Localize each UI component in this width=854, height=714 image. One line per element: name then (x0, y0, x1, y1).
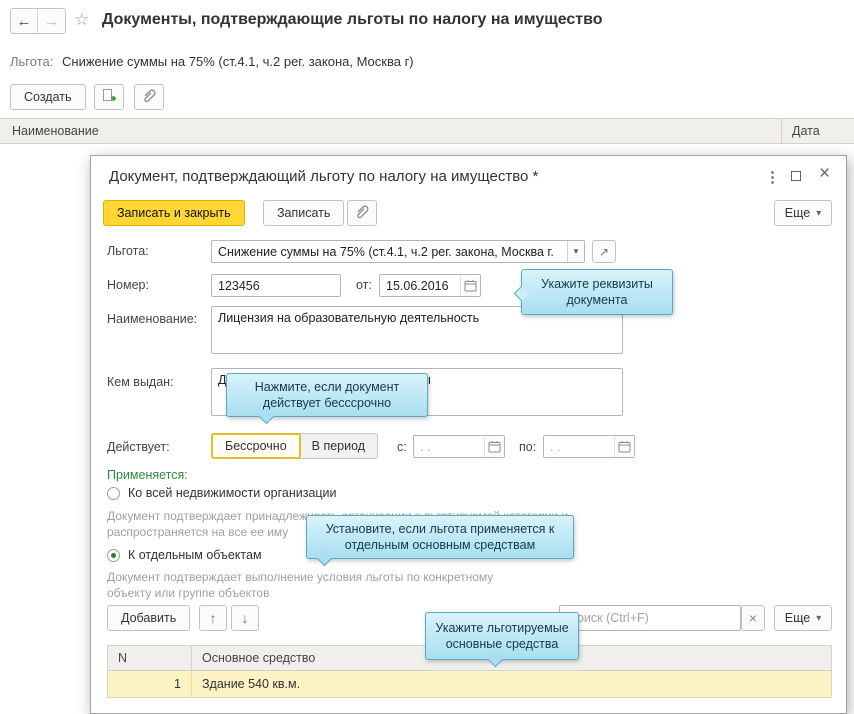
tooltip-arrow (317, 551, 333, 567)
column-date[interactable]: Дата (782, 124, 854, 138)
close-icon[interactable]: × (819, 165, 830, 183)
date-value: 15.06.2016 (386, 279, 449, 293)
number-input[interactable]: 123456 (211, 274, 341, 297)
calendar-icon[interactable] (460, 275, 480, 296)
attach-button[interactable] (134, 84, 164, 110)
column-n[interactable]: N (108, 646, 192, 670)
period-toggle[interactable]: В период (300, 434, 377, 458)
tooltip-text: Установите, если льгота применяется к от… (315, 521, 565, 553)
period-to-value: . . (550, 440, 560, 454)
date-input[interactable]: 15.06.2016 (379, 274, 481, 297)
perpetual-toggle[interactable]: Бессрочно (211, 433, 301, 459)
radio-all-label: Ко всей недвижимости организации (128, 486, 337, 500)
dialog-attach-button[interactable] (347, 200, 377, 226)
radio-icon (107, 487, 120, 500)
tooltip-perpetual: Нажмите, если документ действует бесссро… (226, 373, 428, 417)
issuer-field-label: Кем выдан: (107, 375, 174, 389)
tooltip-text: Укажите реквизиты документа (530, 276, 664, 308)
move-up-button[interactable]: ↑ (199, 605, 227, 631)
calendar-icon[interactable] (614, 436, 634, 457)
period-from-label: с: (397, 440, 407, 454)
calendar-icon[interactable] (484, 436, 504, 457)
validity-field-label: Действует: (107, 440, 170, 454)
table-row[interactable]: 1 Здание 540 кв.м. (107, 671, 832, 698)
back-icon: ← (17, 13, 32, 30)
forward-button[interactable]: → (38, 9, 65, 33)
number-value: 123456 (218, 279, 260, 293)
add-document-button[interactable] (94, 84, 124, 110)
nav-history-group: ← → (10, 8, 66, 34)
assets-more-button[interactable]: Еще ▾ (774, 605, 832, 631)
maximize-icon[interactable] (791, 171, 801, 181)
list-header: Наименование Дата (0, 118, 854, 144)
benefit-value: Снижение суммы на 75% (ст.4.1, ч.2 рег. … (62, 54, 414, 69)
tooltip-text: Укажите льготируемые основные средства (434, 620, 570, 652)
open-link-icon: ↗ (599, 245, 609, 259)
arrow-down-icon: ↓ (242, 610, 249, 626)
save-button[interactable]: Записать (263, 200, 344, 226)
favorite-star-icon[interactable]: ☆ (74, 10, 89, 30)
arrow-up-icon: ↑ (210, 610, 217, 626)
radio-all-property[interactable]: Ко всей недвижимости организации (107, 486, 337, 500)
name-field-label: Наименование: (107, 312, 197, 326)
radio-checked-icon (107, 549, 120, 562)
radio-objects-label: К отдельным объектам (128, 548, 262, 562)
radio-objects[interactable]: К отдельным объектам (107, 548, 262, 562)
menu-dots-icon[interactable]: ⋮ (765, 168, 780, 186)
period-from-value: . . (420, 440, 430, 454)
column-name[interactable]: Наименование (0, 124, 781, 138)
add-document-icon (101, 88, 117, 107)
search-input[interactable] (559, 605, 741, 631)
chevron-down-icon[interactable]: ▾ (567, 241, 584, 262)
app-window: ← → ☆ Документы, подтверждающие льготы п… (0, 0, 854, 714)
dialog-more-button[interactable]: Еще ▾ (774, 200, 832, 226)
radio-objects-hint: Документ подтверждает выполнение условия… (107, 569, 537, 601)
number-field-label: Номер: (107, 278, 149, 292)
dialog-title: Документ, подтверждающий льготу по налог… (109, 168, 538, 185)
tooltip-arrow (514, 286, 530, 302)
tooltip-document-details: Укажите реквизиты документа (521, 269, 673, 315)
save-close-button[interactable]: Записать и закрыть (103, 200, 245, 226)
row-asset: Здание 540 кв.м. (192, 677, 300, 691)
add-row-button[interactable]: Добавить (107, 605, 190, 631)
more-label: Еще (785, 206, 810, 220)
paperclip-icon (141, 88, 157, 107)
row-number: 1 (108, 671, 192, 697)
period-from-input[interactable]: . . (413, 435, 505, 458)
document-dialog: Документ, подтверждающий льготу по налог… (90, 155, 847, 714)
period-to-label: по: (519, 440, 536, 454)
benefit-label: Льгота: (10, 54, 53, 69)
more-label: Еще (785, 611, 810, 625)
tooltip-objects: Установите, если льгота применяется к от… (306, 515, 574, 559)
validity-toggle-group: Бессрочно В период (211, 433, 378, 459)
benefit-combobox-value: Снижение суммы на 75% (ст.4.1, ч.2 рег. … (218, 245, 567, 259)
date-field-label: от: (356, 278, 372, 292)
clear-search-button[interactable]: × (741, 605, 765, 631)
period-to-input[interactable]: . . (543, 435, 635, 458)
chevron-down-icon: ▾ (816, 208, 821, 219)
benefit-field-label: Льгота: (107, 244, 149, 258)
tooltip-text: Нажмите, если документ действует бесссро… (235, 379, 419, 411)
tooltip-assets: Укажите льготируемые основные средства (425, 612, 579, 660)
benefit-combobox[interactable]: Снижение суммы на 75% (ст.4.1, ч.2 рег. … (211, 240, 585, 263)
paperclip-icon (354, 204, 370, 223)
back-button[interactable]: ← (11, 9, 38, 33)
move-down-button[interactable]: ↓ (231, 605, 259, 631)
clear-icon: × (749, 610, 757, 626)
column-asset[interactable]: Основное средство (192, 651, 315, 665)
chevron-down-icon: ▾ (816, 613, 821, 624)
page-title: Документы, подтверждающие льготы по нало… (102, 11, 603, 29)
open-benefit-button[interactable]: ↗ (592, 240, 616, 263)
applies-label: Применяется: (107, 468, 188, 482)
forward-icon: → (44, 13, 59, 30)
create-button[interactable]: Создать (10, 84, 86, 110)
tooltip-arrow (259, 409, 275, 425)
